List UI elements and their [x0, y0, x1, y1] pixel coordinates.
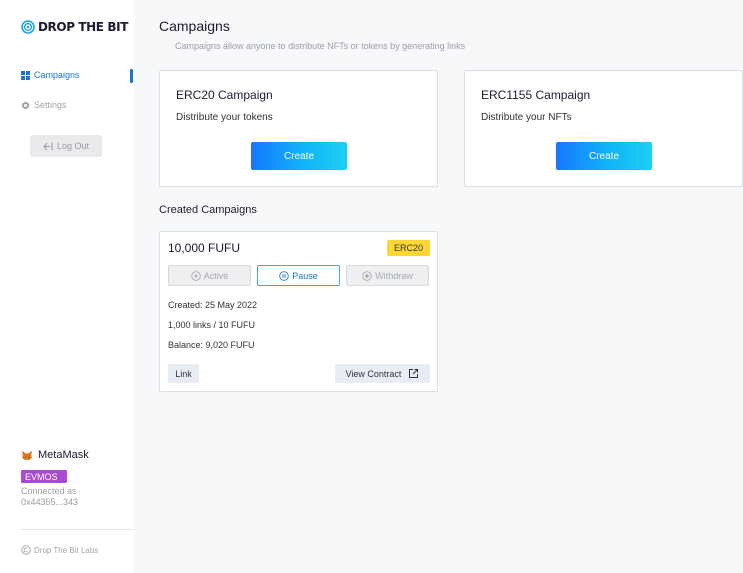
card-description: Distribute your tokens — [176, 112, 273, 123]
pause-circle-icon — [279, 270, 289, 281]
footer: Drop The Bit Labs — [21, 545, 98, 555]
pause-button[interactable]: Pause — [257, 265, 340, 286]
links-count: 1,000 links / 10 FUFU — [168, 320, 256, 330]
erc1155-campaign-card: ERC1155 Campaign Distribute your NFTs Cr… — [464, 70, 743, 187]
wallet-name: MetaMask — [21, 449, 89, 461]
stop-circle-icon — [362, 270, 372, 281]
withdraw-label: Withdraw — [375, 270, 413, 281]
active-nav-indicator — [130, 69, 133, 83]
created-campaigns-title: Created Campaigns — [159, 204, 257, 216]
page-title: Campaigns — [159, 18, 230, 34]
active-button[interactable]: Active — [168, 265, 251, 286]
create-erc20-button[interactable]: Create — [251, 142, 347, 170]
erc20-campaign-card: ERC20 Campaign Distribute your tokens Cr… — [159, 70, 438, 187]
card-title: ERC20 Campaign — [176, 88, 273, 102]
logout-button[interactable]: Log Out — [30, 135, 102, 157]
gear-icon — [21, 100, 30, 110]
play-circle-icon — [190, 270, 201, 281]
card-title: ERC1155 Campaign — [481, 88, 591, 102]
withdraw-button[interactable]: Withdraw — [346, 265, 429, 286]
sidebar-item-label: Campaigns — [34, 70, 80, 80]
footer-text: Drop The Bit Labs — [34, 545, 99, 555]
token-type-badge: ERC20 — [387, 240, 430, 256]
sidebar-divider — [21, 529, 134, 530]
sidebar-item-settings[interactable]: Settings — [21, 100, 67, 110]
created-date: Created: 25 May 2022 — [168, 300, 258, 310]
logo[interactable]: DROP THE BIT — [21, 20, 128, 34]
page-subtitle: Campaigns allow anyone to distribute NFT… — [175, 41, 466, 51]
network-badge: EVMOS — [21, 470, 67, 483]
metamask-fox-icon — [21, 450, 33, 461]
campaign-amount: 10,000 FUFU — [168, 241, 241, 255]
view-contract-label: View Contract — [345, 368, 402, 379]
wallet-address: 0x44355...343 — [21, 497, 79, 507]
balance: Balance: 9,020 FUFU — [168, 340, 255, 350]
copyright-icon — [21, 545, 31, 555]
created-campaign-card: 10,000 FUFU ERC20 Active Pause Withdraw … — [159, 231, 438, 392]
sidebar-item-label: Settings — [34, 100, 67, 110]
pause-label: Pause — [292, 270, 318, 281]
logout-label: Log Out — [56, 141, 90, 151]
connected-address: Connected as 0x44355...343 — [21, 486, 78, 508]
connected-label: Connected as — [21, 486, 77, 496]
sidebar-item-campaigns[interactable]: Campaigns — [21, 70, 80, 80]
logout-icon — [43, 142, 53, 151]
view-contract-button[interactable]: View Contract — [335, 364, 430, 383]
active-label: Active — [203, 270, 229, 281]
wallet-name-label: MetaMask — [38, 449, 89, 461]
logo-icon — [21, 20, 35, 34]
logo-text: DROP THE BIT — [38, 20, 128, 34]
sidebar: DROP THE BIT Campaigns Settings Log Out … — [0, 0, 134, 573]
external-link-icon — [408, 368, 419, 379]
create-erc1155-button[interactable]: Create — [556, 142, 652, 170]
link-button[interactable]: Link — [168, 364, 199, 383]
grid-icon — [21, 70, 30, 80]
card-description: Distribute your NFTs — [481, 112, 572, 123]
